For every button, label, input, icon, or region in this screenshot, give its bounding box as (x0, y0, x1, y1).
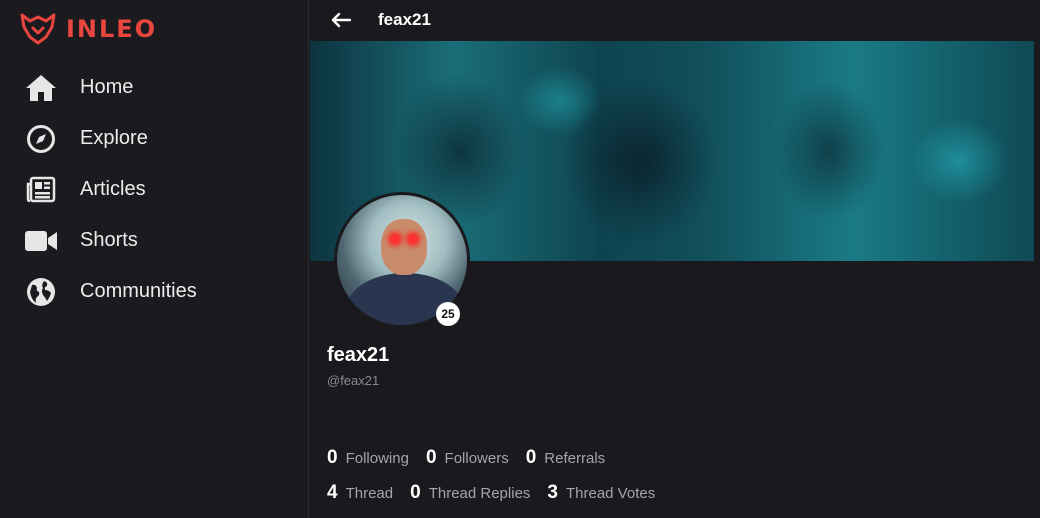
profile-topbar: feax21 (310, 0, 1040, 40)
video-icon (24, 224, 58, 258)
stat-thread-replies[interactable]: 0 Thread Replies (410, 482, 530, 504)
sidebar-item-label: Explore (80, 127, 148, 149)
compass-icon (24, 122, 58, 156)
sidebar: INLEO Home Explore Articles Shorts Commu… (0, 0, 309, 518)
sidebar-item-articles[interactable]: Articles (0, 164, 309, 215)
sidebar-item-label: Home (80, 76, 134, 98)
lion-logo-icon (20, 13, 56, 45)
stat-value: 0 (327, 447, 338, 468)
sidebar-item-label: Shorts (80, 229, 138, 251)
stat-value: 3 (547, 482, 558, 503)
stat-referrals[interactable]: 0 Referrals (526, 447, 605, 469)
back-button[interactable] (330, 9, 352, 31)
profile-handle: @feax21 (327, 373, 380, 388)
stat-value: 0 (425, 447, 437, 468)
sidebar-item-explore[interactable]: Explore (0, 113, 309, 164)
page-title: feax21 (378, 10, 431, 29)
brand-name: INLEO (66, 15, 158, 43)
stat-label: Thread Votes (565, 485, 656, 502)
level-badge: 25 (436, 302, 460, 326)
home-icon (24, 71, 58, 105)
stat-label: Followers (444, 450, 509, 467)
profile-main: feax21 25 feax21 @feax21 0 Following 0 F… (310, 0, 1040, 518)
stat-label: Referrals (544, 450, 606, 467)
stat-label: Thread (345, 485, 394, 502)
sidebar-item-label: Articles (80, 178, 146, 200)
stat-following[interactable]: 0 Following (327, 447, 409, 469)
sidebar-item-home[interactable]: Home (0, 62, 309, 113)
inleo-logo[interactable]: INLEO (18, 13, 157, 45)
stat-thread-votes[interactable]: 3 Thread Votes (547, 482, 655, 504)
globe-icon (24, 275, 58, 309)
stat-followers[interactable]: 0 Followers (426, 447, 509, 469)
arrow-left-icon (331, 12, 351, 28)
profile-name: feax21 (327, 344, 390, 366)
stat-label: Thread Replies (428, 485, 531, 502)
stat-value: 0 (525, 447, 537, 468)
stat-value: 0 (410, 482, 421, 503)
sidebar-item-shorts[interactable]: Shorts (0, 215, 309, 266)
stat-thread[interactable]: 4 Thread (327, 482, 393, 504)
stat-value: 4 (327, 482, 338, 503)
stats-row-threads: 4 Thread 0 Thread Replies 3 Thread Votes (327, 482, 672, 504)
stat-label: Following (345, 450, 409, 467)
stats-row-social: 0 Following 0 Followers 0 Referrals (327, 447, 622, 469)
sidebar-item-communities[interactable]: Communities (0, 266, 309, 317)
sidebar-nav: Home Explore Articles Shorts Communities (0, 62, 309, 317)
sidebar-item-label: Communities (80, 280, 197, 302)
newspaper-icon (24, 173, 58, 207)
